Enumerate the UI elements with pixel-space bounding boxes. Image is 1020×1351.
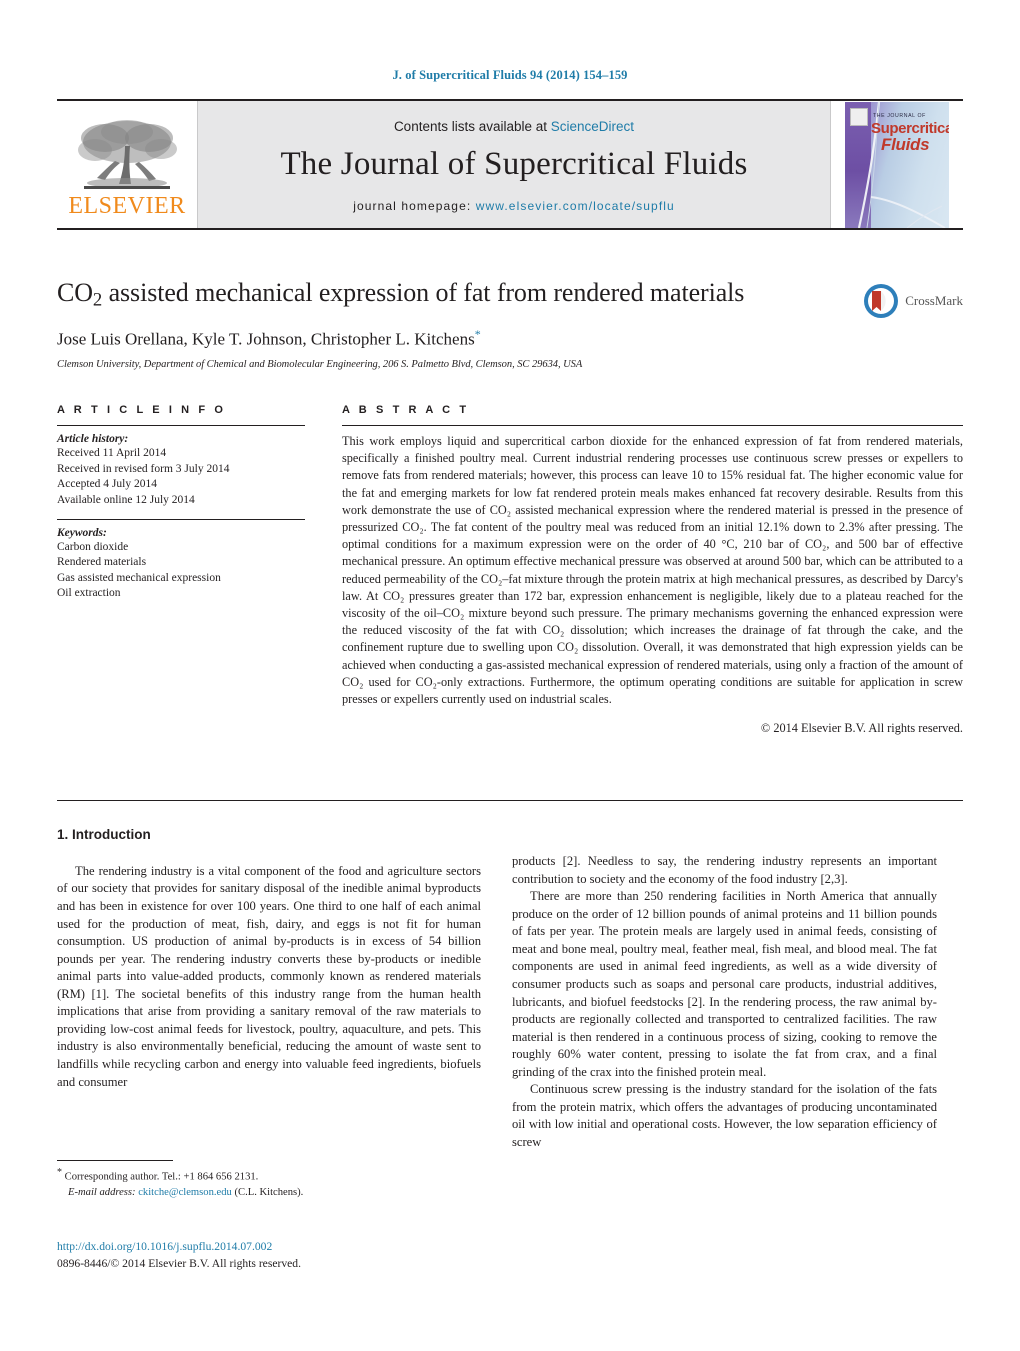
crossmark-label: CrossMark [905,293,963,308]
article-history-label: Article history: [57,433,129,445]
cover-line-1: THE JOURNAL OF [873,112,926,119]
corresponding-author-text: Corresponding author. Tel.: +1 864 656 2… [64,1171,259,1183]
section-heading-introduction: 1. Introduction [57,827,151,842]
paragraph-text: products [2]. Needless to say, the rende… [512,854,937,886]
keyword-item: Gas assisted mechanical expression [57,571,221,584]
email-note: E-mail address: ckitche@clemson.edu (C.L… [57,1185,481,1200]
issn-copyright-line: 0896-8446/© 2014 Elsevier B.V. All right… [57,1257,301,1271]
title-subscript: 2 [92,289,103,311]
contents-prefix: Contents lists available at [393,118,551,134]
abstract-text: This work employs liquid and supercritic… [342,434,963,707]
introduction-left-column: 1. Introduction The rendering industry i… [57,826,481,1091]
author-list: Jose Luis Orellana, Kyle T. Johnson, Chr… [57,327,963,350]
document-footer: http://dx.doi.org/10.1016/j.supflu.2014.… [57,1238,517,1273]
article-info-heading: A R T I C L E I N F O [57,404,226,416]
journal-cover-image: THE JOURNAL OF Supercritical Fluids [845,101,949,228]
page-title: CO2 assisted mechanical expression of fa… [57,278,963,311]
keyword-item: Carbon dioxide [57,540,129,553]
abstract-copyright: © 2014 Elsevier B.V. All rights reserved… [760,721,963,736]
email-link[interactable]: ckitche@clemson.edu [138,1187,232,1198]
article-title-block: CO2 assisted mechanical expression of fa… [57,278,963,370]
email-suffix: (C.L. Kitchens). [234,1186,304,1198]
abstract-rule-top [342,425,963,426]
author-names: Jose Luis Orellana, Kyle T. Johnson, Chr… [57,330,475,350]
paragraph: Continuous screw pressing is the industr… [512,1081,937,1151]
footnote-block: * Corresponding author. Tel.: +1 864 656… [57,1160,481,1200]
crossmark-badge[interactable]: CrossMark [863,283,963,319]
running-head: J. of Supercritical Fluids 94 (2014) 154… [392,68,628,82]
keywords-label: Keywords: [57,526,107,539]
paragraph: The rendering industry is a vital compon… [57,863,481,1091]
cover-line-3: Fluids [881,134,930,154]
homepage-prefix: journal homepage: [353,198,476,213]
article-info-rule-mid [57,518,305,520]
doi-link[interactable]: http://dx.doi.org/10.1016/j.supflu.2014.… [57,1238,517,1255]
abstract-heading: A B S T R A C T [342,404,470,416]
history-item-accepted: Accepted 4 July 2014 [57,478,157,491]
paragraph-text: Continuous screw pressing is the industr… [512,1082,937,1149]
title-part-1: CO [57,278,93,307]
paragraph-text: The rendering industry is a vital compon… [57,863,481,1089]
corresponding-author-marker: * [474,327,481,342]
journal-title: The Journal of Supercritical Fluids [280,145,748,182]
contents-available-line: Contents lists available at ScienceDirec… [394,119,634,134]
affiliation: Clemson University, Department of Chemic… [57,359,583,371]
journal-masthead: ELSEVIER Contents lists available at Sci… [57,99,963,230]
footnote-star-marker: * [57,1167,62,1178]
article-info-rule-top [57,425,305,426]
history-item-received: Received 11 April 2014 [57,447,167,459]
email-label: E-mail address: [68,1186,136,1198]
article-info-column: A R T I C L E I N F O Article history: R… [57,404,305,602]
crossmark-icon [864,284,899,318]
title-part-2: assisted mechanical expression of fat fr… [102,278,745,307]
corresponding-author-note: * Corresponding author. Tel.: +1 864 656… [57,1166,481,1185]
paragraph: products [2]. Needless to say, the rende… [512,853,937,888]
journal-homepage-line: journal homepage: www.elsevier.com/locat… [353,199,675,213]
history-item-revised: Received in revised form 3 July 2014 [57,462,230,475]
masthead-center: Contents lists available at ScienceDirec… [197,101,831,228]
paragraph: There are more than 250 rendering facili… [512,888,937,1081]
abstract-bottom-rule [57,800,963,801]
journal-homepage-link[interactable]: www.elsevier.com/locate/supflu [476,199,675,213]
elsevier-wordmark: ELSEVIER [68,192,186,219]
journal-cover-block: THE JOURNAL OF Supercritical Fluids [831,101,963,228]
journal-article-page: J. of Supercritical Fluids 94 (2014) 154… [0,0,1020,1351]
elsevier-tree-logo [78,119,177,189]
abstract-column: A B S T R A C T This work employs liquid… [342,404,963,736]
footnote-rule [57,1160,173,1161]
publisher-logo-block: ELSEVIER [57,101,197,228]
introduction-right-column: products [2]. Needless to say, the rende… [512,853,937,1152]
keyword-item: Rendered materials [57,556,147,569]
sciencedirect-link[interactable]: ScienceDirect [551,119,634,134]
keyword-item: Oil extraction [57,587,121,600]
history-item-online: Available online 12 July 2014 [57,493,195,506]
paragraph-text: There are more than 250 rendering facili… [512,889,937,1079]
